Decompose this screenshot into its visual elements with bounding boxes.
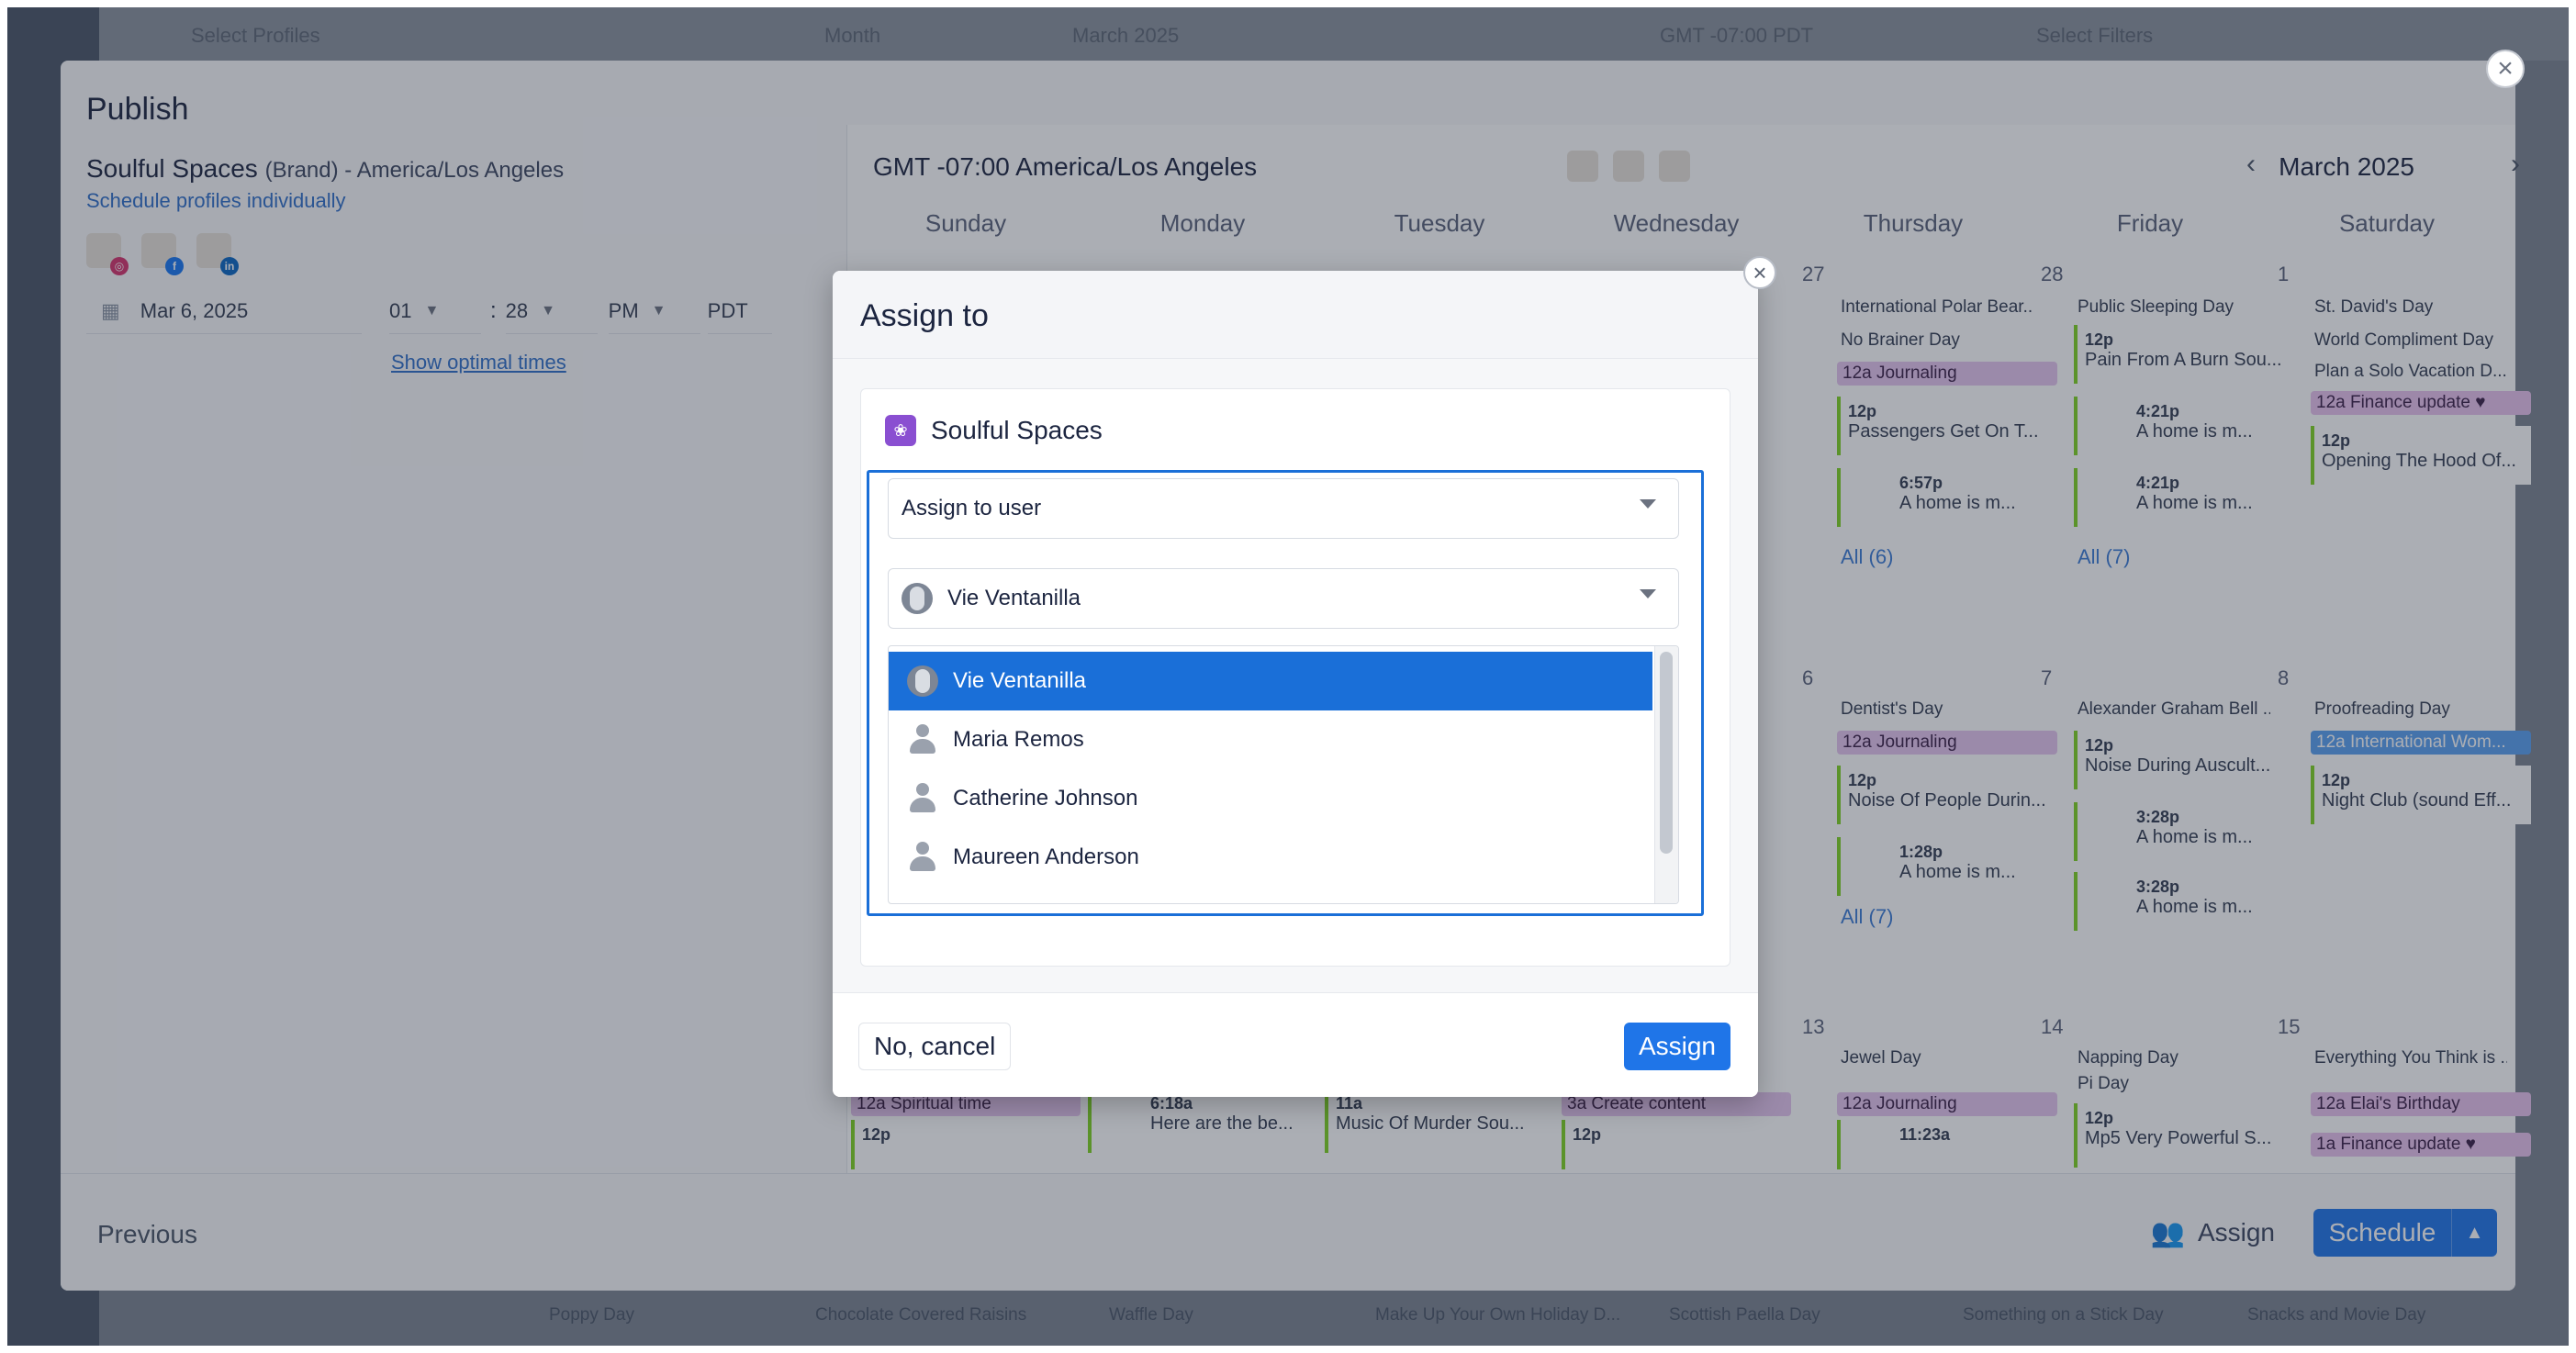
user-avatar	[907, 665, 938, 697]
close-icon: ×	[1753, 259, 1767, 286]
user-option-label: Catherine Johnson	[953, 786, 1138, 811]
assign-dialog-header: Assign to	[833, 271, 1758, 359]
user-option-label: Maria Remos	[953, 727, 1084, 752]
user-icon	[907, 724, 938, 755]
assign-type-select[interactable]: Assign to user	[888, 478, 1679, 539]
user-option-catherine-johnson[interactable]: Catherine Johnson	[889, 769, 1652, 828]
user-icon	[907, 783, 938, 814]
brand-assign-card: ❀ Soulful Spaces Assign to user Vie Vent…	[860, 388, 1730, 967]
user-icon	[907, 842, 938, 873]
user-option-label: Maureen Anderson	[953, 844, 1139, 869]
assign-button[interactable]: Assign	[1623, 1023, 1730, 1070]
assign-dialog-body: ❀ Soulful Spaces Assign to user Vie Vent…	[833, 359, 1758, 992]
user-option-label: Vie Ventanilla	[953, 668, 1087, 693]
assign-to-dialog: Assign to × ❀ Soulful Spaces Assign to u…	[833, 256, 1776, 1097]
background-app: Select Profiles Month March 2025 GMT -07…	[7, 7, 2569, 1346]
assign-selection-box: Assign to user Vie Ventanilla Vie Ventan…	[867, 470, 1704, 916]
user-select-value: Vie Ventanilla	[947, 586, 1081, 610]
dropdown-scrollbar-track[interactable]	[1654, 646, 1678, 903]
user-option-maria-remos[interactable]: Maria Remos	[889, 710, 1652, 769]
brand-name: Soulful Spaces	[931, 416, 1103, 444]
user-option-maureen-anderson[interactable]: Maureen Anderson	[889, 828, 1652, 887]
close-icon: ×	[2497, 53, 2514, 84]
brand-row: ❀ Soulful Spaces	[885, 415, 1103, 446]
user-option-vie-ventanilla[interactable]: Vie Ventanilla	[889, 652, 1652, 710]
cancel-button[interactable]: No, cancel	[858, 1023, 1012, 1070]
assign-dialog-title: Assign to	[860, 298, 989, 333]
user-select[interactable]: Vie Ventanilla	[888, 568, 1679, 629]
user-avatar	[902, 583, 933, 614]
butterfly-logo-icon: ❀	[885, 415, 916, 446]
dropdown-scrollbar-thumb[interactable]	[1660, 652, 1673, 854]
chevron-down-icon	[1640, 589, 1656, 598]
chevron-down-icon	[1640, 499, 1656, 509]
assign-dialog-footer: No, cancel Assign	[833, 992, 1758, 1097]
user-dropdown-list: Vie Ventanilla Maria Remos Catherine Joh…	[888, 645, 1679, 904]
assign-type-value: Assign to user	[902, 496, 1042, 520]
assign-dialog-close-button[interactable]: ×	[1743, 256, 1776, 289]
publish-close-button[interactable]: ×	[2486, 50, 2525, 88]
